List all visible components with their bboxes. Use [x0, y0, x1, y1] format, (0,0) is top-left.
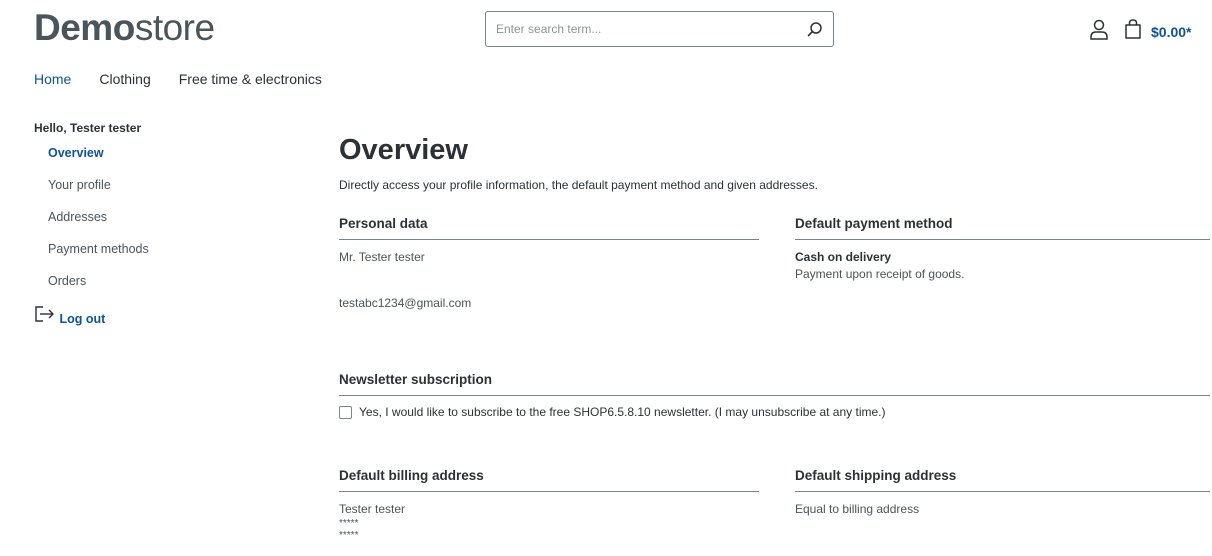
nav-item-home[interactable]: Home	[34, 70, 71, 88]
account-greeting: Hello, Tester tester	[34, 121, 142, 135]
search-box	[485, 11, 834, 47]
personal-email: testabc1234@gmail.com	[339, 296, 472, 310]
logout-link[interactable]: Log out	[34, 305, 234, 337]
cart-icon	[1123, 18, 1143, 45]
billing-line-1: *****	[339, 518, 359, 529]
payment-method-description: Payment upon receipt of goods.	[795, 267, 965, 281]
page-subtitle: Directly access your profile information…	[339, 178, 818, 192]
nav-item-free-time-electronics[interactable]: Free time & electronics	[179, 70, 322, 88]
logo-bold-text: Demo	[34, 7, 135, 48]
payment-method-heading: Default payment method	[795, 216, 1210, 240]
personal-data-heading: Personal data	[339, 216, 759, 240]
shipping-address-section: Default shipping address Equal to billin…	[795, 468, 1210, 518]
personal-data-section: Personal data Mr. Tester tester testabc1…	[339, 216, 759, 312]
personal-name: Mr. Tester tester	[339, 250, 425, 264]
sidebar-item-orders[interactable]: Orders	[34, 273, 234, 305]
logout-icon	[34, 306, 59, 326]
billing-name: Tester tester	[339, 502, 406, 516]
account-sidebar: Hello, Tester tester Overview Your profi…	[34, 121, 234, 337]
sidebar-item-overview[interactable]: Overview	[34, 145, 234, 177]
billing-address-section: Default billing address Tester tester **…	[339, 468, 759, 542]
cart-button[interactable]: $0.00*	[1123, 18, 1191, 45]
sidebar-item-addresses[interactable]: Addresses	[34, 209, 234, 241]
newsletter-checkbox[interactable]	[339, 405, 352, 419]
search-icon[interactable]	[797, 12, 833, 46]
payment-method-name: Cash on delivery	[795, 250, 892, 264]
newsletter-label: Yes, I would like to subscribe to the fr…	[359, 405, 886, 419]
payment-method-section: Default payment method Cash on delivery …	[795, 216, 1210, 283]
logout-label: Log out	[59, 312, 106, 326]
main-navigation: Home Clothing Free time & electronics	[34, 70, 350, 88]
newsletter-option[interactable]: Yes, I would like to subscribe to the fr…	[339, 405, 1210, 419]
sidebar-item-profile[interactable]: Your profile	[34, 177, 234, 209]
search-input[interactable]	[486, 12, 797, 46]
store-logo[interactable]: Demostore	[34, 6, 215, 50]
cart-total: $0.00*	[1151, 23, 1192, 40]
billing-line-2: *****	[339, 530, 359, 541]
newsletter-heading: Newsletter subscription	[339, 372, 1210, 396]
page-title: Overview	[339, 134, 468, 166]
nav-item-clothing[interactable]: Clothing	[99, 70, 150, 88]
shipping-address-text: Equal to billing address	[795, 502, 920, 516]
billing-address-heading: Default billing address	[339, 468, 759, 492]
newsletter-section: Newsletter subscription Yes, I would lik…	[339, 372, 1210, 419]
sidebar-item-payment-methods[interactable]: Payment methods	[34, 241, 234, 273]
account-icon[interactable]	[1088, 18, 1110, 42]
shipping-address-heading: Default shipping address	[795, 468, 1210, 492]
logo-light-text: store	[134, 7, 215, 48]
overview-content: Overview Directly access your profile in…	[339, 132, 1210, 541]
